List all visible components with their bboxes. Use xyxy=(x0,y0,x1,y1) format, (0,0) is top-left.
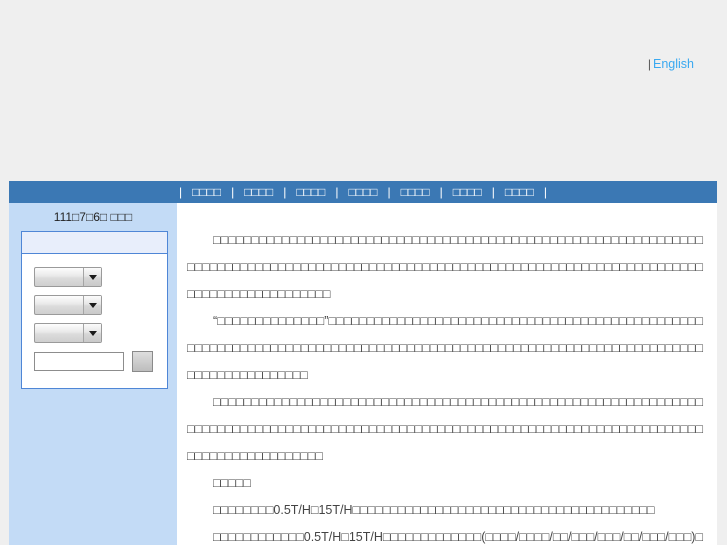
year-select[interactable] xyxy=(34,295,102,315)
nav-item-3[interactable]: □□□□ xyxy=(294,181,327,203)
sidebar-search-panel xyxy=(21,231,168,389)
nav-item-1[interactable]: □□□□ xyxy=(190,181,223,203)
search-button[interactable] xyxy=(132,351,153,372)
nav-item-6[interactable]: □□□□ xyxy=(451,181,484,203)
year-select-wrapper xyxy=(34,295,102,315)
nav-item-4[interactable]: □□□□ xyxy=(347,181,380,203)
nav-item-5[interactable]: □□□□ xyxy=(399,181,432,203)
content-row: 111□7□6□ □□□ □□□□□□□□□□□□□□□□□□□□□□□□□□□… xyxy=(9,203,717,545)
language-switcher: | English xyxy=(648,56,694,72)
nav-divider: | xyxy=(543,185,547,199)
search-input[interactable] xyxy=(34,352,124,371)
nav-item-2[interactable]: □□□□ xyxy=(242,181,275,203)
left-sidebar: 111□7□6□ □□□ xyxy=(9,203,177,545)
nav-list: | □□□□ | □□□□ | □□□□ | □□□□ | □□□□ | □□□… xyxy=(171,181,555,203)
nav-divider: | xyxy=(335,185,339,199)
category-select-wrapper xyxy=(34,267,102,287)
article-paragraph: □□□□□ xyxy=(213,476,251,490)
article-paragraph: □□□□□□□□□□□□□□□□□□□□□□□□□□□□□□□□□□□□□□□□… xyxy=(187,395,703,463)
search-panel-body xyxy=(22,254,167,388)
article-paragraph: “□□□□□□□□□□□□□□”□□□□□□□□□□□□□□□□□□□□□□□□… xyxy=(187,314,703,382)
english-language-link[interactable]: English xyxy=(653,57,694,71)
nav-divider: | xyxy=(179,185,183,199)
month-select[interactable] xyxy=(34,323,102,343)
nav-divider: | xyxy=(439,185,443,199)
nav-item-7[interactable]: □□□□ xyxy=(503,181,536,203)
category-select[interactable] xyxy=(34,267,102,287)
keyword-search-row xyxy=(34,351,167,372)
site-header-banner: | English xyxy=(0,0,727,180)
page-root: | English | □□□□ | □□□□ | □□□□ | □□□□ | □… xyxy=(0,0,727,545)
nav-divider: | xyxy=(387,185,391,199)
main-navigation-bar: | □□□□ | □□□□ | □□□□ | □□□□ | □□□□ | □□□… xyxy=(9,181,717,203)
current-date-label: 111□7□6□ □□□ xyxy=(53,210,133,224)
article-paragraph: □□□□□□□□□□□□□□□□□□□□□□□□□□□□□□□□□□□□□□□□… xyxy=(187,233,703,301)
article-paragraph: □□□□□□□□□□□□0.5T/H□15T/H□□□□□□□□□□□□□(□□… xyxy=(213,530,703,544)
search-panel-title xyxy=(22,232,167,254)
month-select-wrapper xyxy=(34,323,102,343)
main-article-content: □□□□□□□□□□□□□□□□□□□□□□□□□□□□□□□□□□□□□□□□… xyxy=(177,203,717,545)
article-paragraph: □□□□□□□□0.5T/H□15T/H□□□□□□□□□□□□□□□□□□□□… xyxy=(213,503,655,517)
nav-divider: | xyxy=(491,185,495,199)
nav-divider: | xyxy=(283,185,287,199)
nav-divider: | xyxy=(231,185,235,199)
